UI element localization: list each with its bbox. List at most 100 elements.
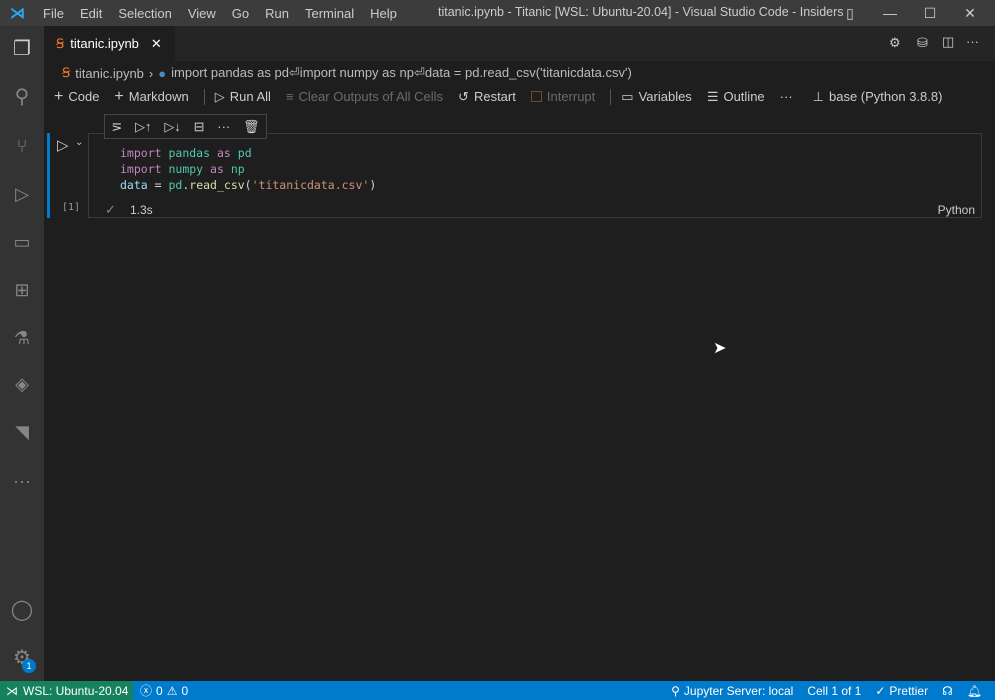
more-actions-icon[interactable]: ···: [966, 34, 979, 49]
account-icon[interactable]: ◯: [0, 589, 44, 629]
run-by-line-icon[interactable]: ⋝: [111, 119, 122, 135]
more-cell-actions-icon[interactable]: ···: [217, 119, 230, 134]
function: read_csv: [189, 178, 245, 192]
activity-bar: ❐ ⚲ ⑂ ▷ ▭ ⊞ ⚗ ◈ ◥ ··· ◯ ⚙ 1: [0, 26, 44, 681]
cell-toolbar: ⋝ ▷↑ ▷↓ ⊟ ··· 🗑: [104, 114, 267, 139]
tab-label: titanic.ipynb: [70, 36, 139, 51]
settings-gear-icon[interactable]: ⚙ 1: [0, 637, 44, 677]
object: pd: [168, 178, 183, 192]
menu-file[interactable]: File: [35, 6, 72, 21]
menu-help[interactable]: Help: [362, 6, 405, 21]
database-icon[interactable]: ⛁: [917, 35, 928, 51]
kernel-picker[interactable]: ⊥ base (Python 3.8.8): [813, 89, 943, 105]
gear-icon[interactable]: ⚙: [889, 35, 901, 51]
minimize-button[interactable]: —: [870, 0, 910, 26]
alias: np: [230, 162, 245, 176]
keyword: import: [120, 146, 162, 160]
outline-icon: ☰: [706, 88, 719, 104]
close-window-button[interactable]: ✕: [950, 0, 990, 26]
variables-button[interactable]: ▭ Variables: [621, 89, 692, 105]
code-line: data = pd.read_csv('titanicdata.csv'): [120, 177, 376, 193]
kernel-icon: ⊥: [812, 88, 824, 104]
menu-terminal[interactable]: Terminal: [297, 6, 362, 21]
run-debug-icon[interactable]: ▷: [0, 174, 44, 214]
breadcrumb-cell[interactable]: import pandas as pd⏎import numpy as np⏎d…: [171, 65, 632, 81]
cell-language[interactable]: Python: [938, 203, 975, 217]
label: Clear Outputs of All Cells: [298, 89, 444, 104]
error-icon: ⓧ: [140, 684, 153, 698]
breadcrumb-file[interactable]: titanic.ipynb: [75, 66, 144, 81]
search-icon[interactable]: ⚲: [0, 76, 44, 116]
menu-edit[interactable]: Edit: [72, 6, 110, 21]
error-count: 0: [156, 683, 163, 698]
outline-button[interactable]: ☰ Outline: [707, 89, 765, 105]
jupyter-server-status[interactable]: ⚲ Jupyter Server: local: [664, 684, 800, 698]
run-cell-icon[interactable]: ▷: [57, 136, 69, 154]
explorer-icon[interactable]: ❐: [0, 28, 44, 68]
breadcrumb: Ꞩ titanic.ipynb › ● import pandas as pd⏎…: [44, 61, 995, 85]
menu-selection[interactable]: Selection: [110, 6, 179, 21]
live-share-icon[interactable]: ◥: [0, 412, 44, 452]
split-cell-icon[interactable]: ⊟: [194, 119, 205, 135]
tab-bar: ⚙ ⛁ ◫ ···: [44, 26, 995, 61]
cell-position[interactable]: Cell 1 of 1: [800, 684, 868, 698]
layers-icon[interactable]: ◈: [0, 364, 44, 404]
double-check-icon: ✓: [875, 683, 886, 698]
menu-go[interactable]: Go: [224, 6, 257, 21]
label: Run All: [229, 89, 271, 104]
string: 'titanicdata.csv': [251, 178, 370, 192]
restart-icon: ↺: [458, 88, 469, 104]
delete-icon[interactable]: 🗑: [243, 119, 260, 135]
feedback-icon[interactable]: ☊: [935, 684, 960, 698]
more-toolbar-button[interactable]: ···: [780, 89, 793, 104]
problems-indicator[interactable]: ⓧ 0 ⚠ 0: [133, 682, 195, 699]
code-line: import numpy as np: [120, 161, 376, 177]
plus-icon: +: [114, 87, 124, 105]
jupyter-icon: Ꞩ: [62, 65, 71, 80]
keyword: as: [210, 162, 224, 176]
notifications-bell-icon[interactable]: 🔔︎: [960, 684, 989, 698]
run-all-button[interactable]: ▷ Run All: [215, 89, 271, 105]
close-tab-icon[interactable]: ✕: [151, 36, 162, 52]
source-control-icon[interactable]: ⑂: [0, 126, 44, 166]
restart-button[interactable]: ↺ Restart: [458, 89, 516, 105]
code-editor[interactable]: import pandas as pd import numpy as np dat…: [120, 145, 376, 193]
module: pandas: [168, 146, 211, 160]
divider: [203, 88, 205, 105]
tab-titanic-ipynb[interactable]: Ꞩ titanic.ipynb ✕: [44, 26, 175, 61]
plus-icon: +: [54, 87, 64, 105]
warning-icon: ⚠: [166, 683, 178, 698]
execute-below-icon[interactable]: ▷↓: [164, 119, 181, 135]
add-code-button[interactable]: + Code: [54, 88, 99, 106]
vscode-logo-icon: ⋊: [10, 5, 25, 22]
menu-run[interactable]: Run: [257, 6, 297, 21]
testing-icon[interactable]: ⚗: [0, 318, 44, 358]
maximize-button[interactable]: ☐: [910, 0, 950, 26]
execution-count: [1]: [62, 202, 81, 213]
extensions-icon[interactable]: ⊞: [0, 270, 44, 310]
layout-icon[interactable]: ▯: [830, 0, 870, 26]
clear-outputs-button[interactable]: ≡ Clear Outputs of All Cells: [286, 89, 443, 104]
prettier-status[interactable]: ✓ Prettier: [868, 684, 935, 698]
keyword: import: [120, 162, 162, 176]
stop-icon: [530, 91, 542, 102]
remote-indicator[interactable]: ⋊ WSL: Ubuntu-20.04: [0, 681, 133, 700]
warning-count: 0: [181, 683, 189, 698]
menu-view[interactable]: View: [180, 6, 224, 21]
remote-icon: ⋊: [6, 683, 18, 698]
alias: pd: [237, 146, 252, 160]
label: Restart: [473, 89, 516, 104]
execute-above-icon[interactable]: ▷↑: [135, 119, 152, 135]
chevron-down-icon[interactable]: ⌄: [75, 137, 83, 148]
more-icon[interactable]: ···: [0, 461, 44, 501]
remote-explorer-icon[interactable]: ▭: [0, 222, 44, 262]
interrupt-button[interactable]: Interrupt: [530, 89, 595, 104]
label: Markdown: [128, 89, 189, 104]
clear-all-icon: ≡: [285, 89, 294, 104]
add-markdown-button[interactable]: + Markdown: [114, 88, 188, 106]
cell-focus-indicator: [47, 133, 50, 218]
divider: [610, 88, 612, 105]
split-editor-icon[interactable]: ◫: [942, 34, 954, 50]
settings-badge: 1: [22, 659, 36, 673]
jupyter-icon: Ꞩ: [56, 35, 65, 51]
